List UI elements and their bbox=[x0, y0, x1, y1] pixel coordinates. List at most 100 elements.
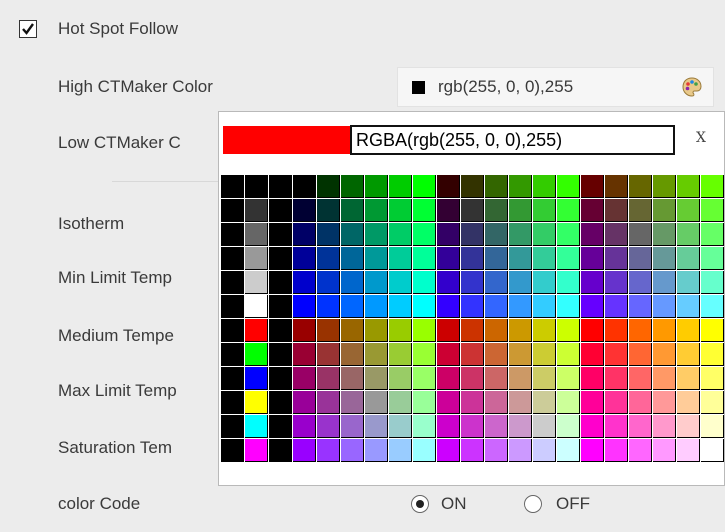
color-swatch[interactable] bbox=[317, 271, 340, 294]
color-swatch[interactable] bbox=[413, 199, 436, 222]
color-swatch[interactable] bbox=[677, 271, 700, 294]
color-swatch[interactable] bbox=[365, 367, 388, 390]
color-swatch[interactable] bbox=[485, 439, 508, 462]
color-swatch[interactable] bbox=[485, 415, 508, 438]
color-swatch[interactable] bbox=[509, 439, 532, 462]
color-swatch[interactable] bbox=[461, 223, 484, 246]
color-swatch[interactable] bbox=[533, 319, 556, 342]
color-swatch[interactable] bbox=[557, 247, 580, 270]
color-swatch[interactable] bbox=[245, 199, 268, 222]
color-swatch[interactable] bbox=[365, 271, 388, 294]
color-swatch[interactable] bbox=[533, 415, 556, 438]
color-swatch[interactable] bbox=[389, 343, 412, 366]
color-swatch[interactable] bbox=[509, 391, 532, 414]
color-swatch[interactable] bbox=[269, 247, 292, 270]
color-swatch[interactable] bbox=[557, 271, 580, 294]
color-swatch[interactable] bbox=[461, 247, 484, 270]
color-swatch[interactable] bbox=[389, 223, 412, 246]
color-swatch[interactable] bbox=[677, 343, 700, 366]
color-swatch[interactable] bbox=[221, 319, 244, 342]
color-swatch[interactable] bbox=[341, 175, 364, 198]
color-swatch[interactable] bbox=[221, 247, 244, 270]
color-swatch[interactable] bbox=[653, 367, 676, 390]
color-swatch[interactable] bbox=[317, 247, 340, 270]
color-swatch[interactable] bbox=[245, 295, 268, 318]
color-swatch[interactable] bbox=[629, 391, 652, 414]
color-swatch[interactable] bbox=[533, 391, 556, 414]
color-swatch[interactable] bbox=[245, 247, 268, 270]
color-swatch[interactable] bbox=[557, 295, 580, 318]
color-swatch[interactable] bbox=[221, 415, 244, 438]
color-swatch[interactable] bbox=[629, 439, 652, 462]
color-swatch[interactable] bbox=[245, 367, 268, 390]
color-swatch[interactable] bbox=[629, 415, 652, 438]
color-swatch[interactable] bbox=[557, 439, 580, 462]
color-swatch[interactable] bbox=[509, 367, 532, 390]
color-swatch[interactable] bbox=[581, 247, 604, 270]
color-swatch[interactable] bbox=[221, 223, 244, 246]
color-swatch[interactable] bbox=[509, 271, 532, 294]
color-swatch[interactable] bbox=[677, 415, 700, 438]
color-swatch[interactable] bbox=[245, 175, 268, 198]
color-swatch[interactable] bbox=[221, 271, 244, 294]
color-swatch[interactable] bbox=[653, 223, 676, 246]
color-swatch[interactable] bbox=[509, 295, 532, 318]
color-swatch[interactable] bbox=[317, 439, 340, 462]
color-swatch[interactable] bbox=[557, 175, 580, 198]
color-swatch[interactable] bbox=[485, 247, 508, 270]
color-swatch[interactable] bbox=[413, 367, 436, 390]
color-swatch[interactable] bbox=[437, 247, 460, 270]
color-swatch[interactable] bbox=[293, 295, 316, 318]
color-swatch[interactable] bbox=[437, 439, 460, 462]
color-swatch[interactable] bbox=[365, 223, 388, 246]
color-swatch[interactable] bbox=[461, 295, 484, 318]
color-swatch[interactable] bbox=[341, 343, 364, 366]
color-swatch[interactable] bbox=[269, 295, 292, 318]
color-swatch[interactable] bbox=[365, 175, 388, 198]
color-swatch[interactable] bbox=[653, 343, 676, 366]
color-swatch[interactable] bbox=[677, 247, 700, 270]
high-color-field[interactable]: rgb(255, 0, 0),255 bbox=[397, 67, 714, 107]
color-swatch[interactable] bbox=[317, 295, 340, 318]
color-swatch[interactable] bbox=[389, 175, 412, 198]
color-swatch[interactable] bbox=[341, 319, 364, 342]
color-swatch[interactable] bbox=[485, 175, 508, 198]
color-swatch[interactable] bbox=[485, 319, 508, 342]
close-picker-button[interactable]: X bbox=[696, 130, 706, 146]
color-swatch[interactable] bbox=[581, 271, 604, 294]
color-swatch[interactable] bbox=[605, 319, 628, 342]
color-swatch[interactable] bbox=[245, 223, 268, 246]
color-swatch[interactable] bbox=[605, 175, 628, 198]
color-swatch[interactable] bbox=[605, 295, 628, 318]
color-swatch[interactable] bbox=[461, 391, 484, 414]
color-swatch[interactable] bbox=[533, 271, 556, 294]
color-swatch[interactable] bbox=[677, 319, 700, 342]
color-swatch[interactable] bbox=[341, 415, 364, 438]
color-swatch[interactable] bbox=[605, 247, 628, 270]
color-swatch[interactable] bbox=[629, 247, 652, 270]
color-swatch[interactable] bbox=[605, 367, 628, 390]
color-swatch[interactable] bbox=[269, 439, 292, 462]
color-swatch[interactable] bbox=[269, 343, 292, 366]
color-swatch[interactable] bbox=[701, 199, 724, 222]
color-swatch[interactable] bbox=[557, 343, 580, 366]
color-swatch[interactable] bbox=[341, 247, 364, 270]
color-swatch[interactable] bbox=[581, 175, 604, 198]
color-swatch[interactable] bbox=[605, 199, 628, 222]
color-swatch[interactable] bbox=[701, 271, 724, 294]
color-swatch[interactable] bbox=[269, 319, 292, 342]
color-swatch[interactable] bbox=[629, 271, 652, 294]
color-swatch[interactable] bbox=[389, 319, 412, 342]
color-swatch[interactable] bbox=[557, 367, 580, 390]
color-swatch[interactable] bbox=[293, 199, 316, 222]
color-swatch[interactable] bbox=[509, 343, 532, 366]
color-swatch[interactable] bbox=[605, 271, 628, 294]
color-swatch[interactable] bbox=[701, 223, 724, 246]
color-swatch[interactable] bbox=[317, 319, 340, 342]
color-swatch[interactable] bbox=[653, 295, 676, 318]
color-swatch[interactable] bbox=[533, 367, 556, 390]
color-swatch[interactable] bbox=[581, 223, 604, 246]
color-swatch[interactable] bbox=[509, 175, 532, 198]
color-swatch[interactable] bbox=[533, 295, 556, 318]
color-swatch[interactable] bbox=[605, 343, 628, 366]
